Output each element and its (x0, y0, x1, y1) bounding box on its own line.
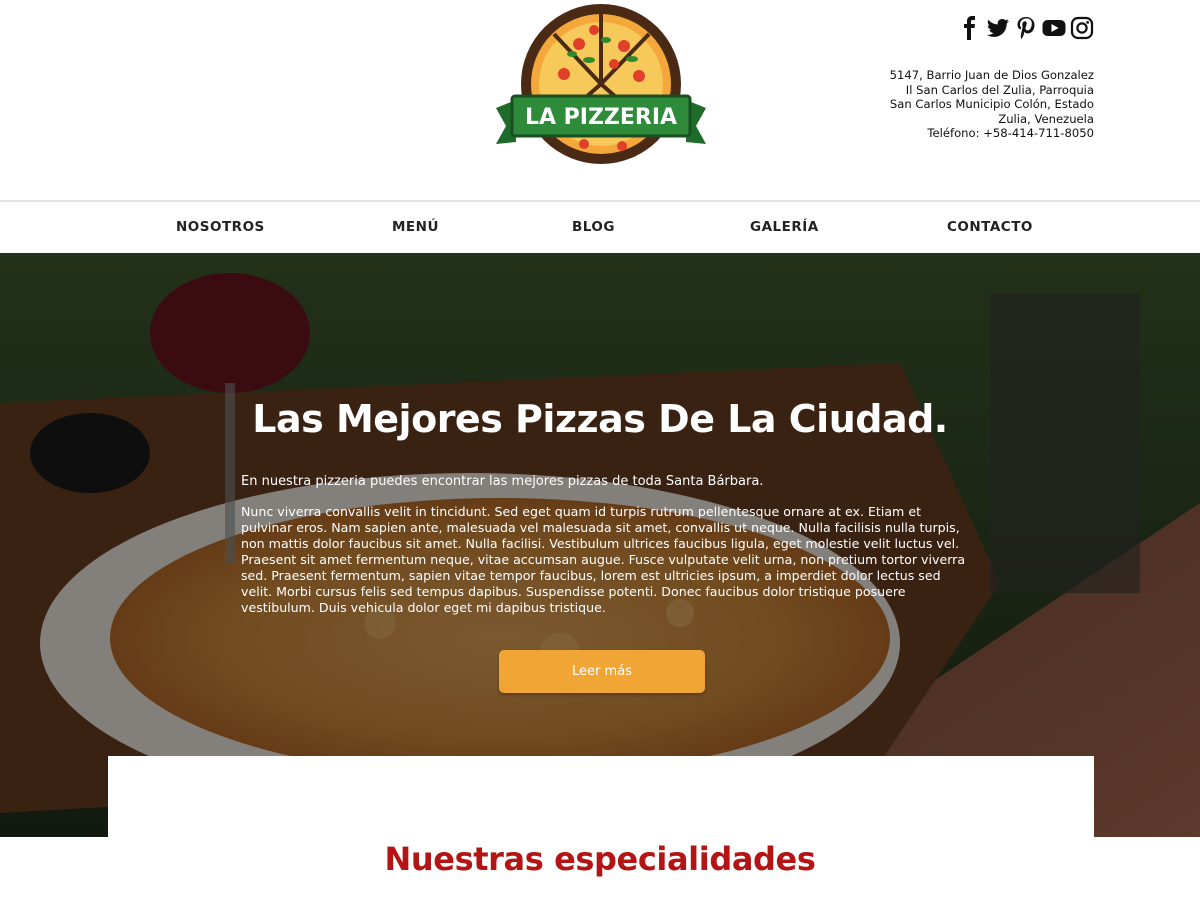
address-line: 5147, Barrio Juan de Dios Gonzalez (889, 68, 1094, 82)
main-nav: NOSOTROS MENÚ BLOG GALERÍA CONTACTO (0, 200, 1200, 253)
nav-item-nosotros[interactable]: NOSOTROS (176, 219, 265, 235)
site-header: LA PIZZERIA 5147, Barrio Juan de Dios Go… (0, 0, 1200, 200)
phone-number: Teléfono: +58-414-711-8050 (927, 126, 1094, 141)
content-card (108, 756, 1094, 837)
nav-item-contacto[interactable]: CONTACTO (947, 219, 1033, 235)
hero-section: Las Mejores Pizzas De La Ciudad. En nues… (0, 253, 1200, 837)
nav-item-blog[interactable]: BLOG (572, 219, 615, 235)
logo-text: LA PIZZERIA (525, 105, 677, 130)
social-links (958, 16, 1094, 40)
pizza-logo-icon: LA PIZZERIA (496, 4, 706, 164)
hero-title: Las Mejores Pizzas De La Ciudad. (252, 397, 948, 441)
site-logo[interactable]: LA PIZZERIA (494, 4, 708, 168)
address-line: Il San Carlos del Zulia, Parroquia (905, 82, 1094, 97)
hero-body: Nunc viverra convallis velit in tincidun… (241, 504, 966, 615)
address-line: Zulia, Venezuela (998, 111, 1094, 126)
specialties-title: Nuestras especialidades (384, 840, 816, 878)
instagram-icon[interactable] (1070, 16, 1094, 40)
nav-item-menu[interactable]: MENÚ (392, 219, 439, 235)
read-more-button[interactable]: Leer más (499, 650, 705, 693)
address-block: 5147, Barrio Juan de Dios Gonzalez Il Sa… (834, 68, 1094, 141)
address-line: San Carlos Municipio Colón, Estado (889, 97, 1094, 112)
hero-intro: En nuestra pizzeria puedes encontrar las… (241, 474, 764, 489)
twitter-icon[interactable] (986, 16, 1010, 40)
pinterest-icon[interactable] (1014, 16, 1038, 40)
nav-item-galeria[interactable]: GALERÍA (750, 219, 819, 235)
youtube-icon[interactable] (1042, 16, 1066, 40)
facebook-icon[interactable] (958, 16, 982, 40)
